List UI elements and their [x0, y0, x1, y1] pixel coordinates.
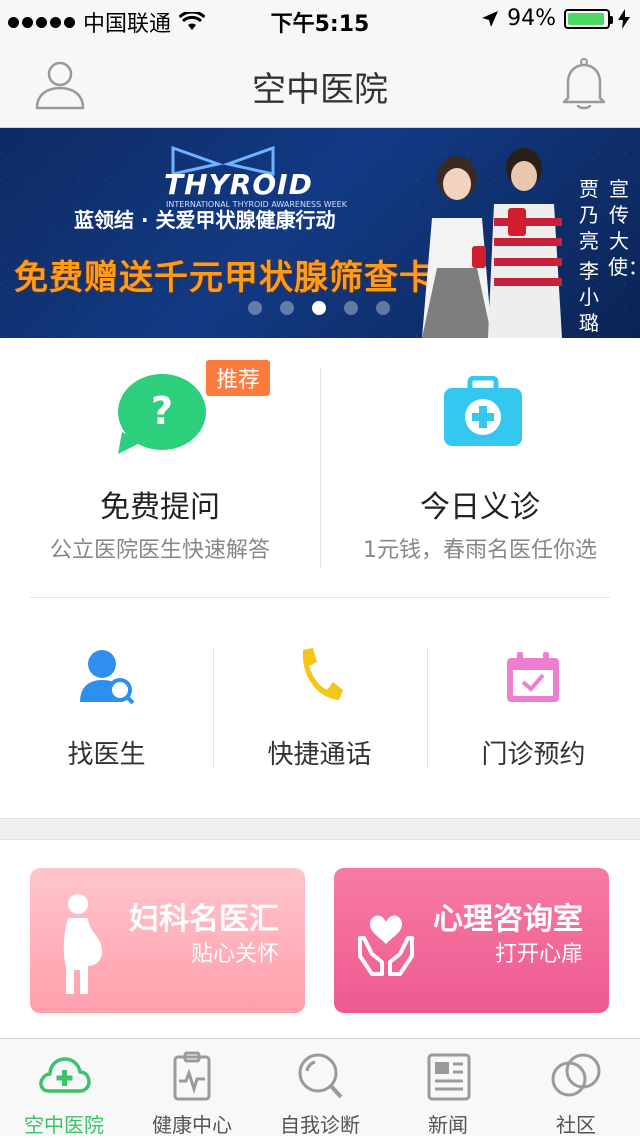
promo-title: 妇科名医汇	[129, 902, 279, 937]
heart-hands-icon	[358, 915, 414, 976]
tab-label: 新闻	[428, 1113, 468, 1137]
recommended-badge: 推荐	[206, 360, 271, 396]
tool-label: 快捷通话	[267, 740, 372, 770]
nav-bar: 空中医院	[0, 40, 640, 128]
free-clinic-card[interactable]: 今日义诊 1元钱，春雨名医任你选	[320, 338, 640, 598]
svg-text:?: ?	[151, 389, 173, 433]
promo-subtitle: 打开心扉	[494, 942, 583, 967]
phone-icon	[302, 648, 343, 700]
battery-percent: 94%	[507, 6, 556, 31]
carousel-dot[interactable]	[280, 301, 294, 315]
gynecology-card[interactable]: 妇科名医汇 贴心关怀	[30, 868, 305, 1013]
community-circles-icon	[551, 1053, 601, 1097]
feature-divider	[320, 368, 321, 568]
feature-subtitle: 公立医院医生快速解答	[49, 538, 270, 563]
promo-subtitle: 贴心关怀	[190, 942, 279, 967]
ambassador-name-2: 李小璐	[579, 259, 599, 335]
appointment-button[interactable]: 门诊预约	[427, 598, 640, 818]
status-bar: 中国联通 下午5:15 94%	[0, 0, 640, 40]
banner-headline: 免费赠送千元甲状腺筛查卡	[14, 258, 434, 298]
find-doctor-icon	[80, 650, 134, 704]
section-separator	[0, 818, 640, 840]
banner-slogan: 蓝领结 · 关爱甲状腺健康行动	[74, 208, 336, 232]
feature-subtitle: 1元钱，春雨名医任你选	[363, 538, 597, 563]
promo-banner[interactable]: THYROID INTERNATIONAL THYROID AWARENESS …	[0, 128, 640, 338]
battery-icon	[564, 8, 613, 29]
tool-label: 门诊预约	[481, 740, 586, 770]
ambassador-name-1: 贾乃亮	[579, 177, 599, 253]
medical-kit-icon	[444, 376, 522, 446]
tab-label: 健康中心	[152, 1113, 232, 1137]
tab-community[interactable]: 社区	[512, 1039, 640, 1137]
feature-title: 免费提问	[100, 490, 220, 525]
calendar-check-icon	[507, 652, 559, 702]
banner-logo-text: THYROID	[164, 168, 313, 201]
tab-label: 社区	[556, 1113, 596, 1137]
psychology-card[interactable]: 心理咨询室 打开心扉	[334, 868, 609, 1013]
carousel-dot[interactable]	[312, 301, 326, 315]
carousel-dot[interactable]	[344, 301, 358, 315]
cloud-plus-icon	[39, 1057, 91, 1093]
quick-call-button[interactable]: 快捷通话	[213, 598, 426, 818]
charging-bolt-icon	[618, 8, 630, 29]
tab-air-hospital[interactable]: 空中医院	[0, 1039, 128, 1137]
tab-label: 空中医院	[24, 1113, 104, 1137]
magnifier-icon	[298, 1053, 343, 1099]
ambassador-label: 宣传大使：	[608, 176, 640, 280]
tab-label: 自我诊断	[280, 1113, 360, 1137]
clipboard-pulse-icon	[173, 1051, 211, 1101]
question-bubble-icon: ?	[118, 374, 206, 454]
tab-news[interactable]: 新闻	[384, 1039, 512, 1137]
page-title: 空中医院	[252, 70, 388, 110]
free-question-card[interactable]: ? 推荐 免费提问 公立医院医生快速解答	[0, 338, 320, 598]
battery-level	[568, 12, 604, 25]
carousel-dot[interactable]	[376, 301, 390, 315]
bell-icon[interactable]	[562, 58, 606, 110]
carousel-indicator[interactable]	[248, 301, 390, 315]
carousel-dot[interactable]	[248, 301, 262, 315]
tab-self-diagnosis[interactable]: 自我诊断	[256, 1039, 384, 1137]
feature-title: 今日义诊	[420, 490, 540, 525]
status-right: 94%	[481, 6, 630, 31]
pregnant-woman-icon	[63, 894, 103, 994]
location-arrow-icon	[482, 10, 499, 27]
tool-label: 找医生	[67, 740, 146, 770]
ambassador-photo	[422, 148, 562, 338]
promo-title: 心理咨询室	[433, 902, 583, 937]
tab-health-center[interactable]: 健康中心	[128, 1039, 256, 1137]
newspaper-icon	[427, 1053, 471, 1101]
find-doctor-button[interactable]: 找医生	[0, 598, 213, 818]
tab-bar: 空中医院 健康中心 自我诊断 新闻 社区	[0, 1038, 640, 1137]
